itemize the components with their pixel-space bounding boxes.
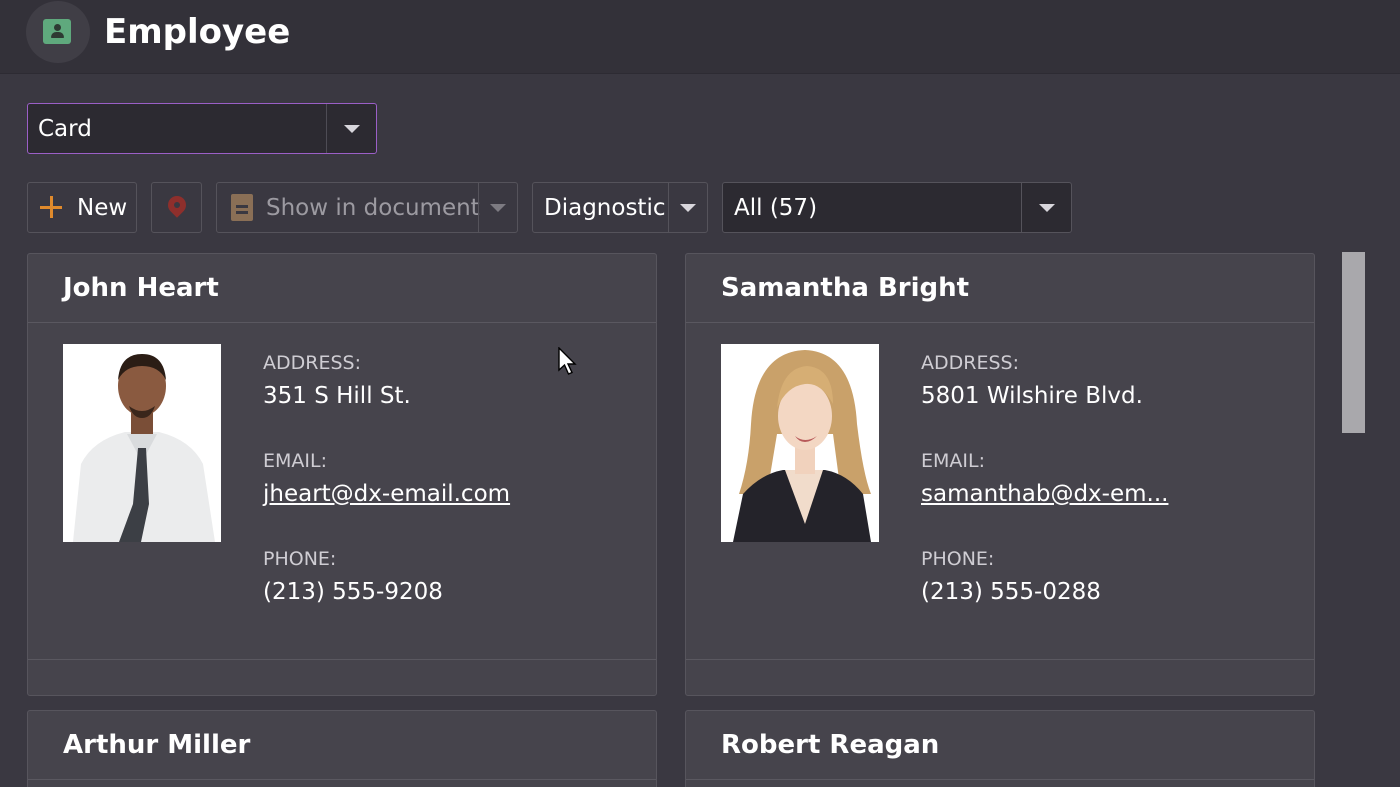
address-value: 5801 Wilshire Blvd.	[921, 383, 1143, 409]
filter-dropdown[interactable]: All (57)	[722, 182, 1072, 233]
scrollbar-thumb[interactable]	[1342, 252, 1365, 433]
new-button[interactable]: New	[27, 182, 137, 233]
employee-card[interactable]: Samantha Bright ADDRESS: 5801 Wilshire B…	[685, 253, 1315, 696]
employee-card[interactable]: Robert Reagan	[685, 710, 1315, 787]
page-title: Employee	[104, 12, 291, 52]
map-pin-button[interactable]	[151, 182, 202, 233]
show-in-document-button[interactable]: Show in document	[216, 182, 518, 233]
phone-value: (213) 555-9208	[263, 579, 443, 605]
view-selector[interactable]: Card	[27, 103, 377, 154]
email-link[interactable]: samanthab@dx-em...	[921, 481, 1168, 507]
chevron-down-icon[interactable]	[344, 125, 360, 133]
address-value: 351 S Hill St.	[263, 383, 411, 409]
chevron-down-icon[interactable]	[1039, 204, 1055, 212]
phone-value: (213) 555-0288	[921, 579, 1101, 605]
address-label: ADDRESS:	[921, 352, 1019, 374]
chevron-down-icon[interactable]	[680, 204, 696, 212]
address-label: ADDRESS:	[263, 352, 361, 374]
employee-name: John Heart	[63, 273, 219, 303]
app-header: Employee	[0, 0, 1400, 74]
employee-name: Robert Reagan	[721, 730, 940, 760]
phone-label: PHONE:	[921, 548, 995, 570]
diagnostic-label: Diagnostic	[544, 195, 666, 221]
phone-label: PHONE:	[263, 548, 337, 570]
email-link[interactable]: jheart@dx-email.com	[263, 481, 510, 507]
employee-card[interactable]: John Heart ADDRESS: 351 S Hill St. EMAIL…	[27, 253, 657, 696]
chevron-down-icon[interactable]	[490, 204, 506, 212]
diagnostic-dropdown[interactable]: Diagnostic	[532, 182, 708, 233]
email-label: EMAIL:	[921, 450, 985, 472]
employee-photo	[721, 344, 879, 542]
app-icon-button[interactable]	[26, 1, 90, 63]
employee-name: Arthur Miller	[63, 730, 251, 760]
employee-card[interactable]: Arthur Miller	[27, 710, 657, 787]
employee-card-icon	[43, 19, 71, 44]
show-in-document-label: Show in document	[266, 195, 480, 221]
filter-value: All (57)	[734, 195, 818, 221]
mouse-cursor-icon	[558, 346, 578, 381]
new-button-label: New	[77, 195, 128, 221]
employee-name: Samantha Bright	[721, 273, 970, 303]
employee-photo	[63, 344, 221, 542]
email-label: EMAIL:	[263, 450, 327, 472]
document-icon	[231, 194, 253, 221]
view-selector-value: Card	[38, 116, 92, 142]
